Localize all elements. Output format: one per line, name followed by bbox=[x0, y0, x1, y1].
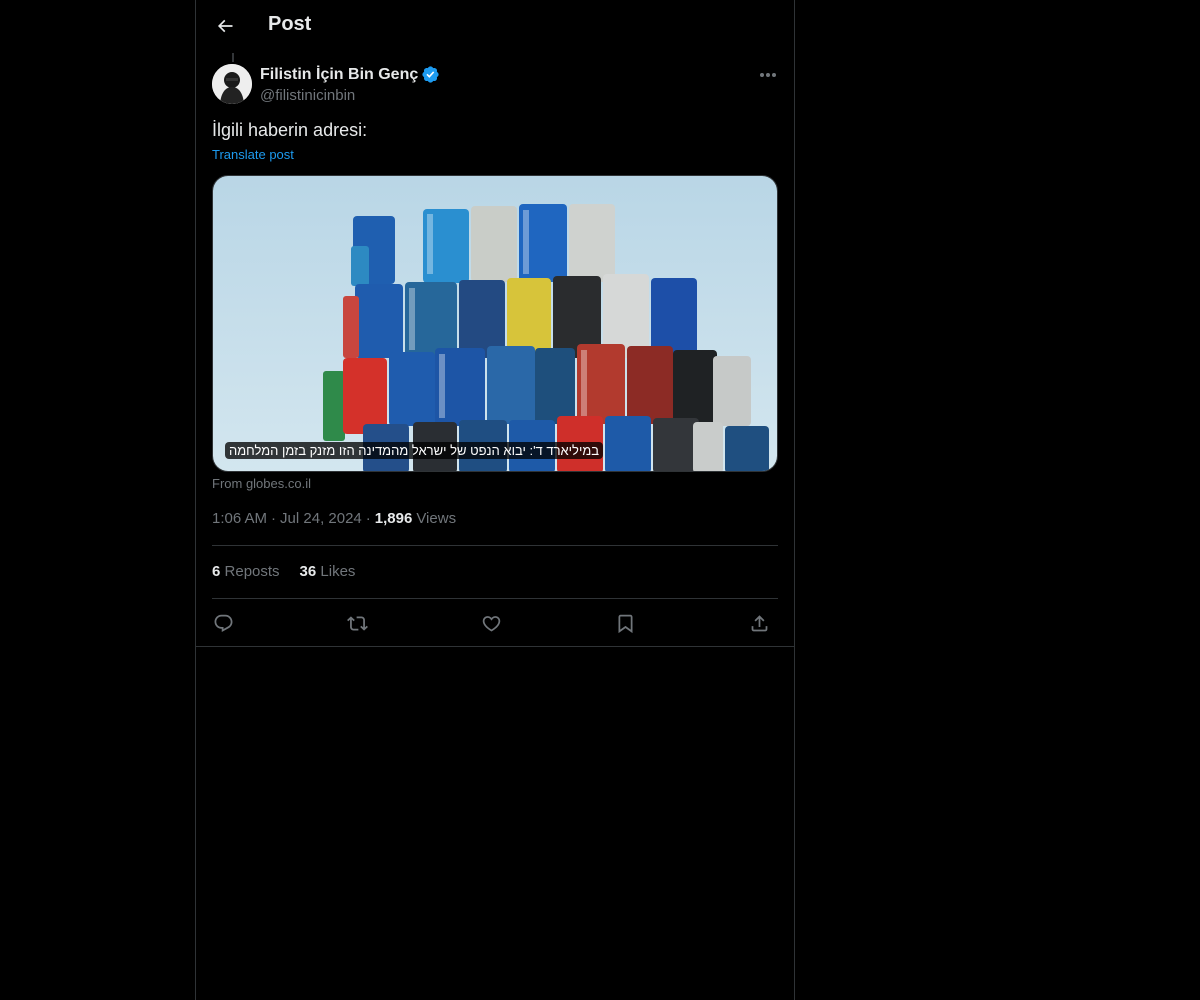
translate-post-link[interactable]: Translate post bbox=[212, 147, 294, 162]
reply-icon bbox=[214, 614, 232, 632]
avatar[interactable] bbox=[212, 64, 252, 104]
main-column: Post Filistin İçin Bin Genç @filistinici… bbox=[195, 0, 795, 1000]
arrow-left-icon bbox=[217, 19, 233, 33]
card-source[interactable]: From globes.co.il bbox=[212, 476, 311, 491]
author-name-text: Filistin İçin Bin Genç bbox=[260, 65, 419, 83]
page-title: Post bbox=[268, 13, 312, 35]
reposts-count: 6 bbox=[212, 563, 221, 580]
post-bottom-border bbox=[196, 646, 794, 647]
page-header: Post bbox=[196, 0, 794, 53]
thread-connector bbox=[232, 53, 234, 62]
author-handle[interactable]: @filistinicinbin bbox=[260, 87, 355, 104]
post-stats: 6 Reposts 36 Likes bbox=[212, 563, 355, 580]
avatar-image bbox=[212, 64, 252, 104]
heart-icon bbox=[482, 615, 500, 632]
views-label: Views bbox=[416, 510, 457, 527]
likes-label: Likes bbox=[320, 563, 356, 580]
post-date[interactable]: Jul 24, 2024 bbox=[280, 510, 362, 527]
post-meta: 1:06 AM · Jul 24, 2024 · 1,896 Views bbox=[212, 510, 456, 527]
more-options-button[interactable] bbox=[756, 64, 780, 86]
meta-separator: · bbox=[365, 510, 371, 527]
like-button[interactable] bbox=[478, 610, 504, 636]
action-bar bbox=[212, 610, 778, 636]
likes-stat[interactable]: 36 Likes bbox=[300, 563, 356, 580]
reposts-label: Reposts bbox=[224, 563, 280, 580]
bookmark-icon bbox=[618, 614, 632, 633]
post-text: İlgili haberin adresi: bbox=[212, 120, 368, 140]
more-dots-icon bbox=[760, 73, 776, 77]
likes-count: 36 bbox=[299, 563, 317, 580]
card-image bbox=[213, 176, 777, 471]
divider bbox=[212, 598, 778, 599]
post-time[interactable]: 1:06 AM bbox=[212, 510, 267, 527]
link-card[interactable]: במיליארד ד': יבוא הנפט של ישראל מהמדינה … bbox=[212, 175, 778, 472]
reposts-stat[interactable]: 6 Reposts bbox=[212, 563, 280, 580]
bookmark-button[interactable] bbox=[612, 610, 638, 636]
verified-badge-icon bbox=[422, 66, 439, 83]
back-button[interactable] bbox=[208, 9, 242, 43]
author-name[interactable]: Filistin İçin Bin Genç bbox=[260, 65, 440, 84]
views-count: 1,896 bbox=[374, 510, 413, 527]
meta-separator: · bbox=[271, 510, 277, 527]
repost-button[interactable] bbox=[344, 610, 370, 636]
share-icon bbox=[751, 614, 767, 631]
divider bbox=[212, 545, 778, 546]
card-caption: במיליארד ד': יבוא הנפט של ישראל מהמדינה … bbox=[225, 442, 604, 459]
repost-icon bbox=[346, 615, 368, 631]
reply-button[interactable] bbox=[210, 610, 236, 636]
share-button[interactable] bbox=[746, 610, 772, 636]
